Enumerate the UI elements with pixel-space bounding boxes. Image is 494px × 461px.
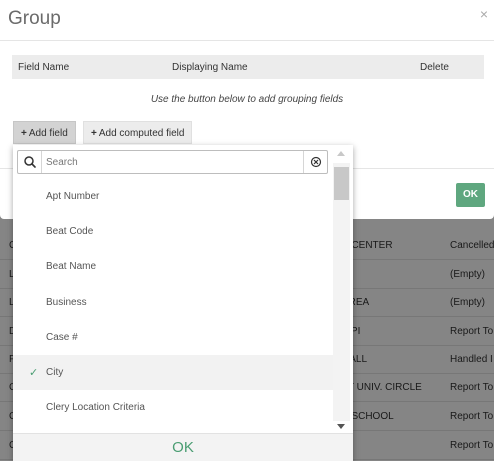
scroll-thumb[interactable] <box>334 167 349 200</box>
add-field-label: Add field <box>28 128 68 139</box>
clear-search-icon[interactable] <box>303 151 327 173</box>
list-item-label: City <box>46 366 64 378</box>
empty-hint: Use the button below to add grouping fie… <box>150 94 344 105</box>
list-item[interactable]: Apt Number <box>13 179 333 214</box>
list-item[interactable]: Clery Location Criteria <box>13 390 333 425</box>
checkmark-icon: ✓ <box>29 366 39 379</box>
plus-icon: + <box>21 128 27 139</box>
add-computed-field-label: Add computed field <box>98 128 185 139</box>
list-item[interactable]: Case # <box>13 320 333 355</box>
add-field-button[interactable]: + Add field <box>13 121 76 144</box>
list-item[interactable]: Beat Code <box>13 214 333 249</box>
list-item-label: Beat Code <box>46 226 94 238</box>
search-box <box>17 150 328 174</box>
column-header-field-name: Field Name <box>18 62 70 73</box>
scroll-down-arrow-icon[interactable] <box>337 424 345 429</box>
list-item-label: Case # <box>46 331 78 343</box>
list-item[interactable]: Business <box>13 285 333 320</box>
divider <box>0 40 494 41</box>
field-list: Apt Number Beat Code Beat Name Business … <box>13 179 333 433</box>
list-item-label: Clery Location Criteria <box>46 402 145 414</box>
column-header-delete: Delete <box>420 62 449 73</box>
close-icon[interactable]: × <box>480 6 488 22</box>
search-input[interactable] <box>46 154 296 170</box>
field-dropdown: Apt Number Beat Code Beat Name Business … <box>13 145 353 461</box>
scroll-up-arrow-icon[interactable] <box>337 151 345 156</box>
list-item-label: Apt Number <box>46 191 100 202</box>
scrollbar[interactable] <box>333 149 350 433</box>
plus-icon: + <box>91 128 97 139</box>
fields-table-header: Field Name Displaying Name Delete <box>12 55 484 79</box>
search-icon <box>18 151 42 173</box>
list-item-label: Beat Name <box>46 261 97 273</box>
column-header-displaying-name: Displaying Name <box>172 62 248 73</box>
list-item-selected[interactable]: ✓ City <box>13 354 333 391</box>
dialog-title: Group <box>8 8 61 29</box>
dropdown-ok-button[interactable]: OK <box>13 439 353 456</box>
add-computed-field-button[interactable]: + Add computed field <box>83 121 193 144</box>
ok-button[interactable]: OK <box>456 183 485 207</box>
list-item[interactable]: Beat Name <box>13 249 333 284</box>
scroll-track[interactable] <box>333 163 350 421</box>
dropdown-footer: OK <box>13 433 353 461</box>
list-item-label: Business <box>46 296 87 308</box>
